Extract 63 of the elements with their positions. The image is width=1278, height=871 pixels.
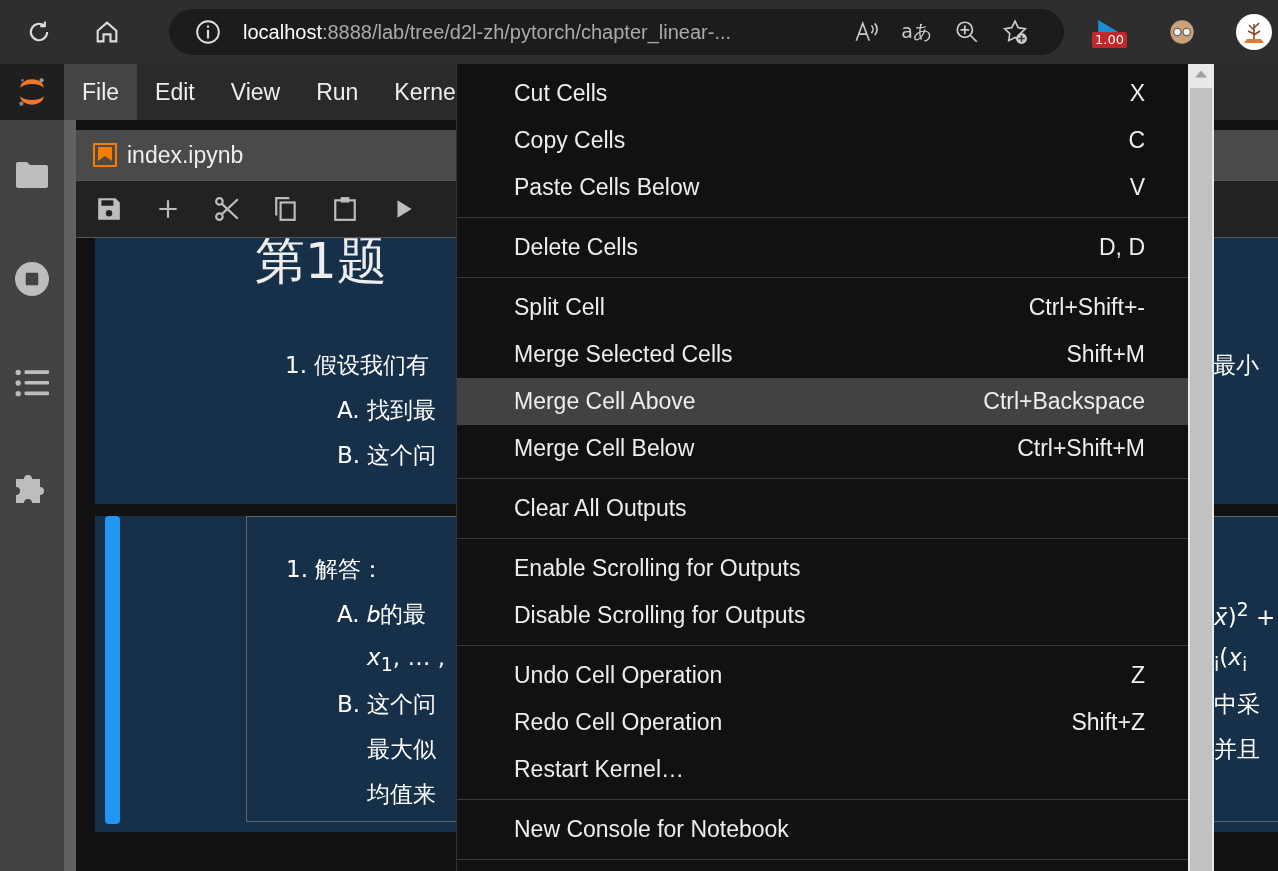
extension-button[interactable]: 1.00	[1092, 12, 1134, 52]
notebook-text: 均值来	[367, 781, 436, 807]
menu-entry[interactable]: Enable Scrolling for Outputs	[457, 545, 1188, 592]
menu-entry[interactable]: Clear All Outputs	[457, 485, 1188, 532]
avatar-icon[interactable]	[1168, 18, 1196, 46]
shortcut-text: X	[1129, 80, 1145, 107]
scroll-thumb[interactable]	[1190, 88, 1212, 871]
menu-entry[interactable]: Restart Kernel…	[457, 746, 1188, 793]
notebook-text: A. 找到最	[337, 397, 436, 423]
notebook-icon	[93, 143, 117, 167]
notebook-text: 1. 解答：	[286, 556, 385, 582]
shortcut-text: Ctrl+Shift+-	[1028, 294, 1145, 321]
menu-entry[interactable]: Merge Cell Below Ctrl+Shift+M	[457, 425, 1188, 472]
shortcut-text: Shift+M	[1066, 341, 1145, 368]
address-bar[interactable]: localhost:8888/lab/tree/d2l-zh/pytorch/chapter_linear-... aあ	[169, 9, 1064, 55]
menu-entry[interactable]: Cut Cells X	[457, 70, 1188, 117]
scrollbar[interactable]	[1188, 64, 1214, 871]
shortcut-text: Ctrl+Shift+M	[1017, 435, 1145, 462]
menu-item[interactable]: Edit	[137, 64, 213, 120]
menu-entry[interactable]: Undo Cell Operation Z	[457, 652, 1188, 699]
menu-entry[interactable]: Split Cell Ctrl+Shift+-	[457, 284, 1188, 331]
save-icon[interactable]	[96, 196, 122, 222]
notebook-text: B. 这个问	[337, 691, 437, 717]
shortcut-text: V	[1129, 174, 1145, 201]
notebook-text: x$_{1}$, … ,	[367, 643, 446, 670]
menu-entry[interactable]: Merge Selected Cells Shift+M	[457, 331, 1188, 378]
menu-item[interactable]: File	[64, 64, 138, 120]
active-cell-marker[interactable]	[105, 516, 120, 824]
menu-entry[interactable]: Redo Cell Operation Shift+Z	[457, 699, 1188, 746]
profile-icon[interactable]	[1236, 14, 1272, 50]
notebook-text: 最小	[1213, 352, 1259, 378]
menu-entry[interactable]: Disable Scrolling for Outputs	[457, 592, 1188, 639]
notebook-text: x̄)$^{2}$ +	[1214, 604, 1276, 631]
shortcut-text: C	[1128, 127, 1145, 154]
favorite-add-icon[interactable]	[1002, 19, 1028, 45]
shortcut-text: Ctrl+Backspace	[983, 388, 1145, 415]
translate-icon[interactable]: aあ	[901, 19, 932, 45]
notebook-text: 1. 假设我们有	[285, 352, 430, 378]
menu-entry[interactable]: Merge Cell Above Ctrl+Backspace	[457, 378, 1188, 425]
notebook-text: 最大似	[367, 736, 436, 762]
shortcut-text: Shift+Z	[1071, 709, 1145, 736]
notebook-text: $_{i}$(x$_{i}$	[1214, 643, 1248, 670]
paste-icon[interactable]	[332, 196, 358, 222]
menu-entry[interactable]: New Console for Notebook	[457, 806, 1188, 853]
notebook-text: 中采	[1214, 691, 1260, 717]
url-text: localhost:8888/lab/tree/d2l-zh/pytorch/chapter_linear-...	[243, 20, 733, 44]
notebook-text: 并且	[1214, 736, 1260, 762]
menu-item[interactable]: View	[212, 64, 299, 120]
extension-badge: 1.00	[1092, 32, 1127, 48]
menu-entry[interactable]: Delete Cells D, D	[457, 224, 1188, 271]
menu-item[interactable]: Run	[298, 64, 377, 120]
menu-entry[interactable]: Copy Cells C	[457, 117, 1188, 164]
info-icon[interactable]	[195, 19, 221, 45]
menu-entry[interactable]: Paste Cells Below V	[457, 164, 1188, 211]
shortcut-text: D, D	[1099, 234, 1145, 261]
notebook-tab[interactable]: index.ipynb	[76, 130, 313, 180]
notebook-text: B. 这个问	[337, 442, 437, 468]
copy-icon[interactable]	[273, 196, 299, 222]
cut-icon[interactable]	[214, 196, 240, 222]
stop-icon[interactable]	[15, 262, 49, 296]
zoom-icon[interactable]	[954, 19, 980, 45]
notebook-text: A. 𝑏的最	[337, 601, 426, 627]
shortcut-text: Z	[1130, 662, 1145, 689]
